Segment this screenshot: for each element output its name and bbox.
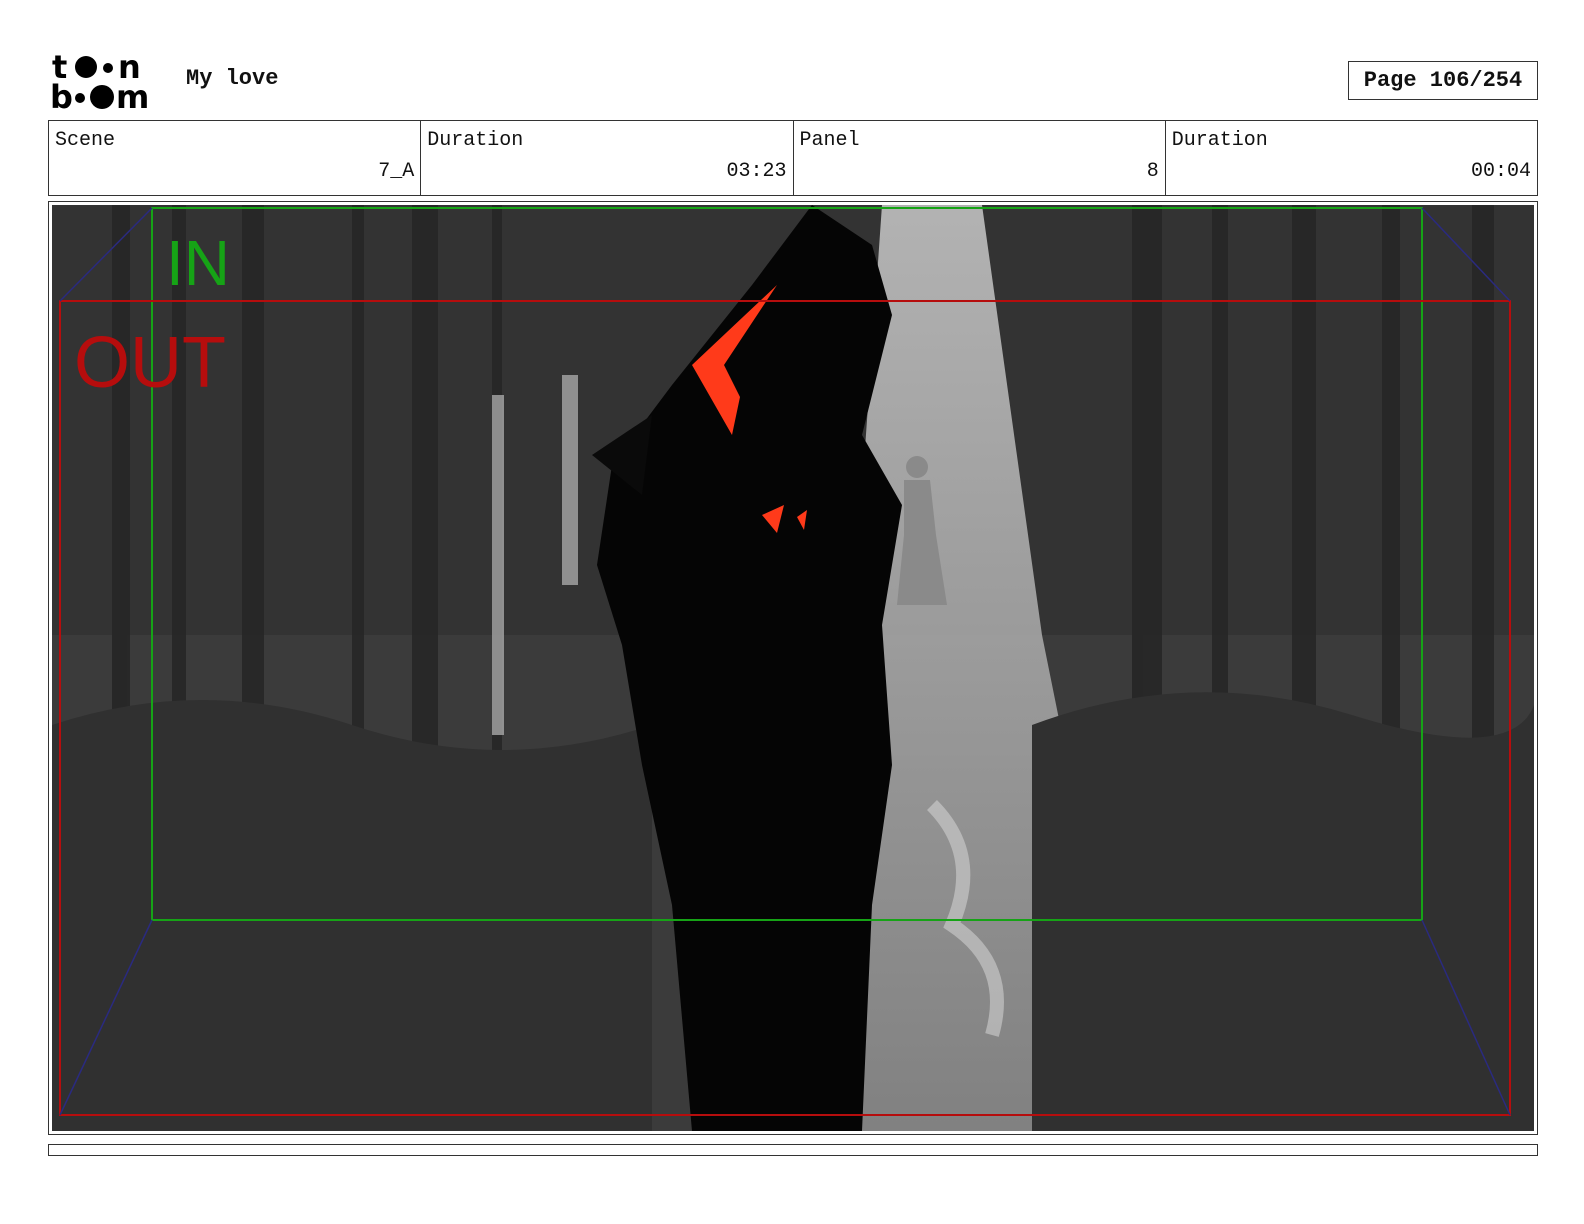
scene-duration-value: 03:23 xyxy=(726,160,787,183)
panel-duration-label: Duration xyxy=(1171,129,1268,152)
panel-cell: Panel 8 xyxy=(794,121,1166,195)
page-indicator: Page 106/254 xyxy=(1348,61,1538,100)
panel-value: 8 xyxy=(1146,160,1159,183)
panel-duration-cell: Duration 00:04 xyxy=(1166,121,1537,195)
panel-info-table: Scene 7_A Duration 03:23 Panel 8 Duratio… xyxy=(48,120,1538,196)
svg-text:m: m xyxy=(116,78,149,112)
svg-text:b: b xyxy=(50,78,73,112)
scene-label: Scene xyxy=(55,129,116,152)
out-frame-label: OUT xyxy=(74,323,226,403)
storyboard-panel-image: IN OUT xyxy=(52,205,1534,1131)
scene-cell: Scene 7_A xyxy=(49,121,422,195)
toonboom-logo: t n b m xyxy=(50,48,165,116)
footer-bar xyxy=(48,1144,1538,1156)
forest-scene-drawing xyxy=(52,205,1534,1131)
scene-duration-label: Duration xyxy=(427,129,524,152)
panel-label: Panel xyxy=(799,129,860,152)
scene-duration-cell: Duration 03:23 xyxy=(421,121,794,195)
in-frame-label: IN xyxy=(166,227,230,299)
panel-duration-value: 00:04 xyxy=(1470,160,1531,183)
project-title: My love xyxy=(186,66,279,91)
scene-value: 7_A xyxy=(378,160,415,183)
